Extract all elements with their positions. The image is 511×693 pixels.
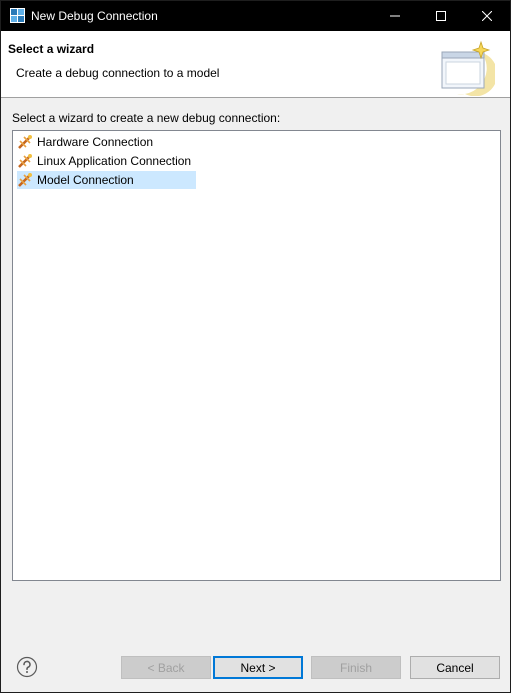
page-description: Create a debug connection to a model (16, 66, 220, 80)
cancel-button[interactable]: Cancel (410, 656, 500, 679)
next-button[interactable]: Next > (213, 656, 303, 679)
minimize-icon (390, 15, 400, 17)
tree-item-hardware-connection[interactable]: Hardware Connection (17, 133, 161, 151)
maximize-button[interactable] (418, 1, 464, 31)
tree-item-label: Hardware Connection (37, 135, 154, 149)
debug-connection-icon (18, 135, 32, 149)
tree-item-label: Linux Application Connection (37, 154, 192, 168)
wizard-instruction: Select a wizard to create a new debug co… (12, 111, 281, 125)
window-title: New Debug Connection (31, 9, 158, 23)
maximize-icon (436, 11, 446, 21)
debug-connection-icon (18, 173, 32, 187)
minimize-button[interactable] (372, 1, 418, 31)
help-icon[interactable] (16, 656, 38, 678)
tree-item-model-connection[interactable]: Model Connection (17, 171, 196, 189)
debug-connection-icon (18, 154, 32, 168)
tree-item-linux-application-connection[interactable]: Linux Application Connection (17, 152, 199, 170)
wizard-header: Select a wizard Create a debug connectio… (1, 31, 510, 98)
finish-button[interactable]: Finish (311, 656, 401, 679)
wizard-tree[interactable]: Hardware Connection Linux Application Co… (12, 130, 501, 581)
close-button[interactable] (464, 1, 510, 31)
page-title: Select a wizard (8, 42, 95, 56)
close-icon (482, 11, 492, 21)
title-bar[interactable]: New Debug Connection (1, 1, 510, 31)
app-icon (10, 8, 25, 23)
dialog-window: New Debug Connection Select a wizard Cre… (0, 0, 511, 693)
wizard-banner-icon (441, 40, 495, 96)
tree-item-label: Model Connection (37, 173, 134, 187)
back-button[interactable]: < Back (121, 656, 211, 679)
